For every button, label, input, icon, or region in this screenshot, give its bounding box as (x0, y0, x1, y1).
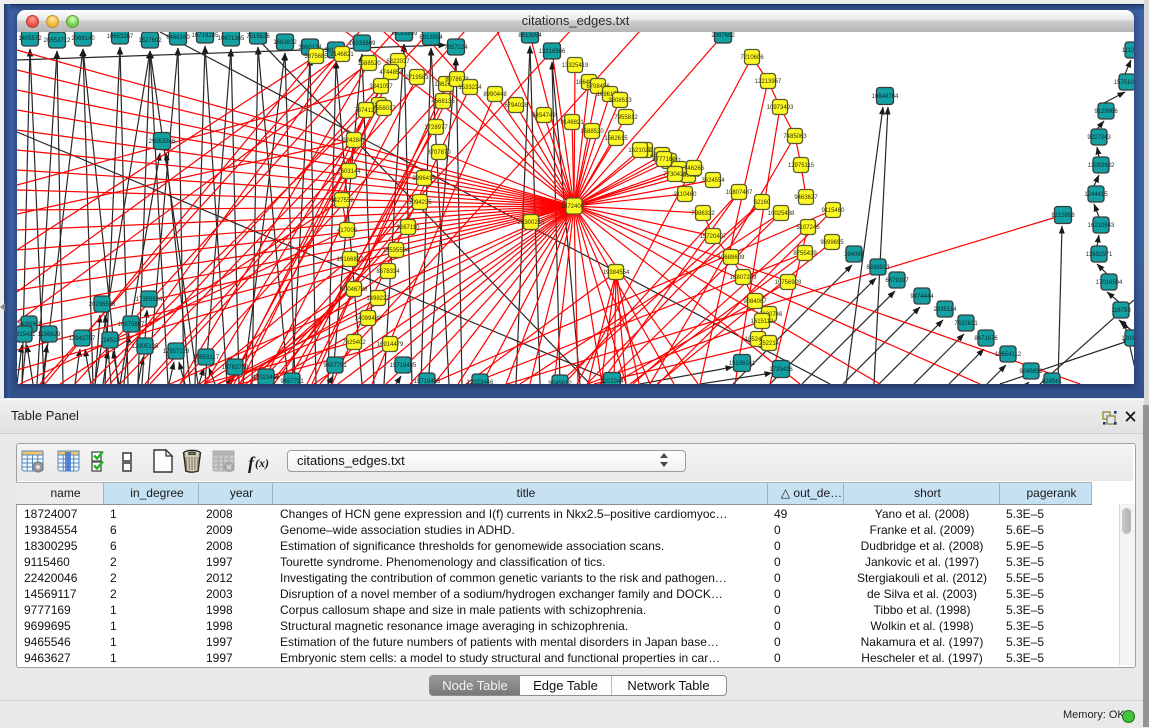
svg-text:(x): (x) (255, 456, 269, 470)
